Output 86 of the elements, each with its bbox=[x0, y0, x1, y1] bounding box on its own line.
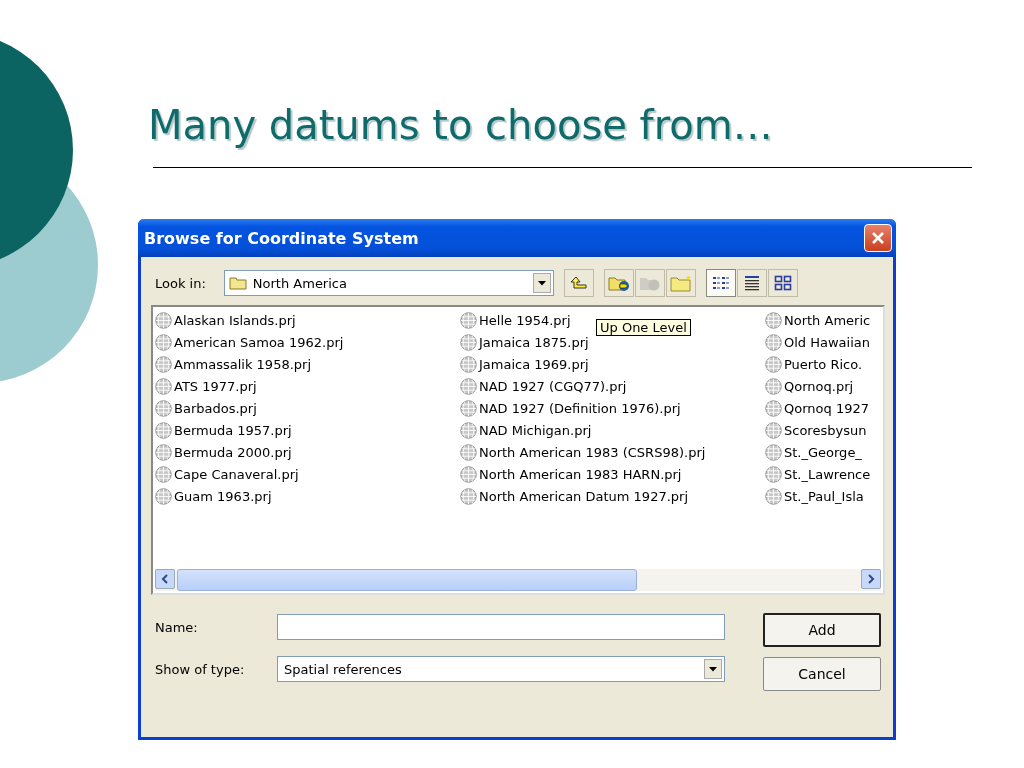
file-item[interactable]: St._Lawrence bbox=[765, 463, 871, 485]
close-button[interactable] bbox=[864, 224, 892, 252]
scroll-left-icon[interactable] bbox=[155, 569, 175, 589]
horizontal-scrollbar[interactable] bbox=[155, 569, 881, 591]
file-item[interactable]: NAD Michigan.prj bbox=[460, 419, 592, 441]
caret-icon bbox=[709, 666, 717, 672]
file-item[interactable]: Qornoq.prj bbox=[765, 375, 854, 397]
details-view-icon bbox=[742, 275, 761, 291]
file-item[interactable]: North American 1983 HARN.prj bbox=[460, 463, 682, 485]
globe-icon bbox=[765, 421, 782, 439]
toolbar-button[interactable] bbox=[603, 269, 634, 297]
folder-icon bbox=[669, 274, 692, 292]
file-item[interactable]: NAD 1927 (CGQ77).prj bbox=[460, 375, 627, 397]
toolbar-button[interactable] bbox=[736, 269, 767, 297]
dialog-button[interactable]: Cancel bbox=[763, 657, 881, 691]
scroll-thumb[interactable] bbox=[177, 569, 637, 591]
file-item[interactable]: ATS 1977.prj bbox=[155, 375, 257, 397]
file-item[interactable]: St._Paul_Isla bbox=[765, 485, 864, 507]
globe-icon bbox=[460, 377, 477, 395]
name-field[interactable] bbox=[277, 614, 725, 640]
file-item[interactable]: Alaskan Islands.prj bbox=[155, 309, 296, 331]
globe-icon bbox=[460, 355, 477, 373]
file-item[interactable]: Jamaica 1875.prj bbox=[460, 331, 589, 353]
globe-icon bbox=[155, 355, 172, 373]
list-view-icon bbox=[711, 275, 730, 291]
slide-title: Many datums to choose from… bbox=[148, 101, 774, 150]
globe-icon bbox=[460, 421, 477, 439]
file-item[interactable]: Qornoq 1927 bbox=[765, 397, 869, 419]
globe-icon bbox=[460, 443, 477, 461]
up-arrow-icon bbox=[569, 275, 588, 291]
tooltip: Up One Level bbox=[596, 319, 691, 336]
look-in-dropdown[interactable]: North America bbox=[223, 270, 554, 296]
globe-icon bbox=[765, 443, 782, 461]
globe-icon bbox=[460, 311, 477, 329]
scroll-right-icon[interactable] bbox=[861, 569, 881, 589]
globe-icon bbox=[765, 377, 782, 395]
globe-icon bbox=[155, 421, 172, 439]
file-item[interactable]: Jamaica 1969.prj bbox=[460, 353, 589, 375]
globe-icon bbox=[460, 487, 477, 505]
dialog-button[interactable]: Add bbox=[763, 613, 881, 647]
file-item[interactable]: Ammassalik 1958.prj bbox=[155, 353, 311, 375]
look-in-label: Look in: bbox=[155, 275, 206, 291]
dropdown-button[interactable] bbox=[704, 659, 722, 679]
globe-icon bbox=[155, 311, 172, 329]
file-item[interactable]: North American Datum 1927.prj bbox=[460, 485, 689, 507]
file-item[interactable]: Bermuda 1957.prj bbox=[155, 419, 292, 441]
file-item[interactable]: Puerto Rico. bbox=[765, 353, 863, 375]
globe-icon bbox=[765, 465, 782, 483]
file-item[interactable]: Cape Canaveral.prj bbox=[155, 463, 299, 485]
caret-icon bbox=[537, 280, 546, 286]
file-item[interactable]: St._George_ bbox=[765, 441, 862, 463]
globe-icon bbox=[155, 465, 172, 483]
globe-icon bbox=[155, 487, 172, 505]
window-title: Browse for Coordinate System bbox=[144, 228, 419, 248]
file-item[interactable]: Scoresbysun bbox=[765, 419, 867, 441]
globe-icon bbox=[460, 399, 477, 417]
globe-icon bbox=[765, 311, 782, 329]
file-item[interactable]: American Samoa 1962.prj bbox=[155, 331, 344, 353]
file-item[interactable]: North Americ bbox=[765, 309, 871, 331]
globe-icon bbox=[765, 399, 782, 417]
globe-icon bbox=[460, 333, 477, 351]
globe-icon bbox=[765, 333, 782, 351]
name-label: Name: bbox=[155, 619, 199, 635]
toolbar-button[interactable] bbox=[767, 269, 798, 297]
file-item[interactable]: NAD 1927 (Definition 1976).prj bbox=[460, 397, 681, 419]
globe-icon bbox=[765, 355, 782, 373]
toolbar-button[interactable] bbox=[705, 269, 736, 297]
file-item[interactable]: Helle 1954.prj bbox=[460, 309, 571, 331]
close-icon bbox=[871, 231, 885, 245]
file-item[interactable]: Barbados.prj bbox=[155, 397, 257, 419]
type-label: Show of type: bbox=[155, 661, 246, 677]
type-dropdown[interactable]: Spatial references bbox=[277, 656, 725, 682]
globe-icon bbox=[155, 377, 172, 395]
folder-icon bbox=[228, 276, 247, 290]
dropdown-button[interactable] bbox=[532, 273, 551, 293]
globe-icon bbox=[460, 465, 477, 483]
file-item[interactable]: North American 1983 (CSRS98).prj bbox=[460, 441, 706, 463]
globe-icon bbox=[155, 333, 172, 351]
file-item[interactable]: Old Hawaiian bbox=[765, 331, 870, 353]
thumbnails-view-icon bbox=[773, 275, 792, 291]
file-item[interactable]: Guam 1963.prj bbox=[155, 485, 272, 507]
globe-icon bbox=[155, 443, 172, 461]
globe-icon bbox=[155, 399, 172, 417]
globe-icon bbox=[765, 487, 782, 505]
file-item[interactable]: Bermuda 2000.prj bbox=[155, 441, 292, 463]
folder-globe-icon bbox=[607, 274, 630, 292]
